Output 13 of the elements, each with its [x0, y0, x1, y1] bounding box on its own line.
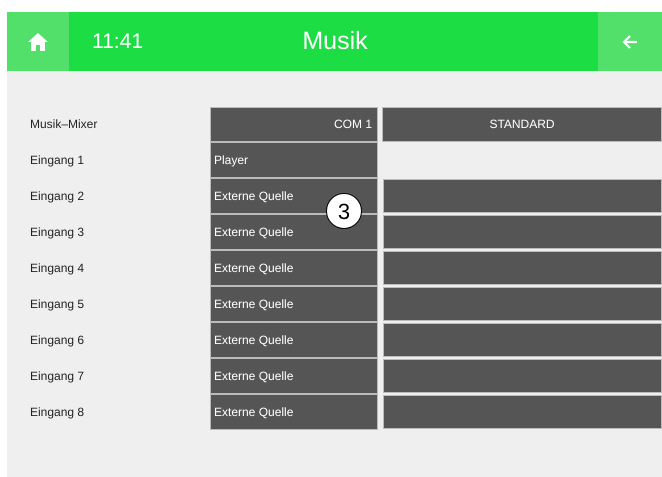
input-label: Eingang 2	[29, 188, 86, 205]
input-label: Eingang 4	[29, 260, 86, 277]
input-label: Eingang 3	[29, 224, 86, 241]
input-label: Eingang 7	[29, 368, 86, 385]
column-header: STANDARD	[382, 106, 662, 142]
input-label: Eingang 8	[29, 404, 86, 421]
input-label: Eingang 5	[29, 296, 86, 313]
input-label: Eingang 1	[29, 152, 86, 169]
mixer-label: Musik–Mixer	[29, 116, 98, 133]
page-title: Musik	[301, 26, 369, 57]
input-label: Eingang 6	[29, 332, 86, 349]
column-header: COM 1	[210, 106, 378, 142]
clock-time: 11:41	[92, 28, 144, 55]
